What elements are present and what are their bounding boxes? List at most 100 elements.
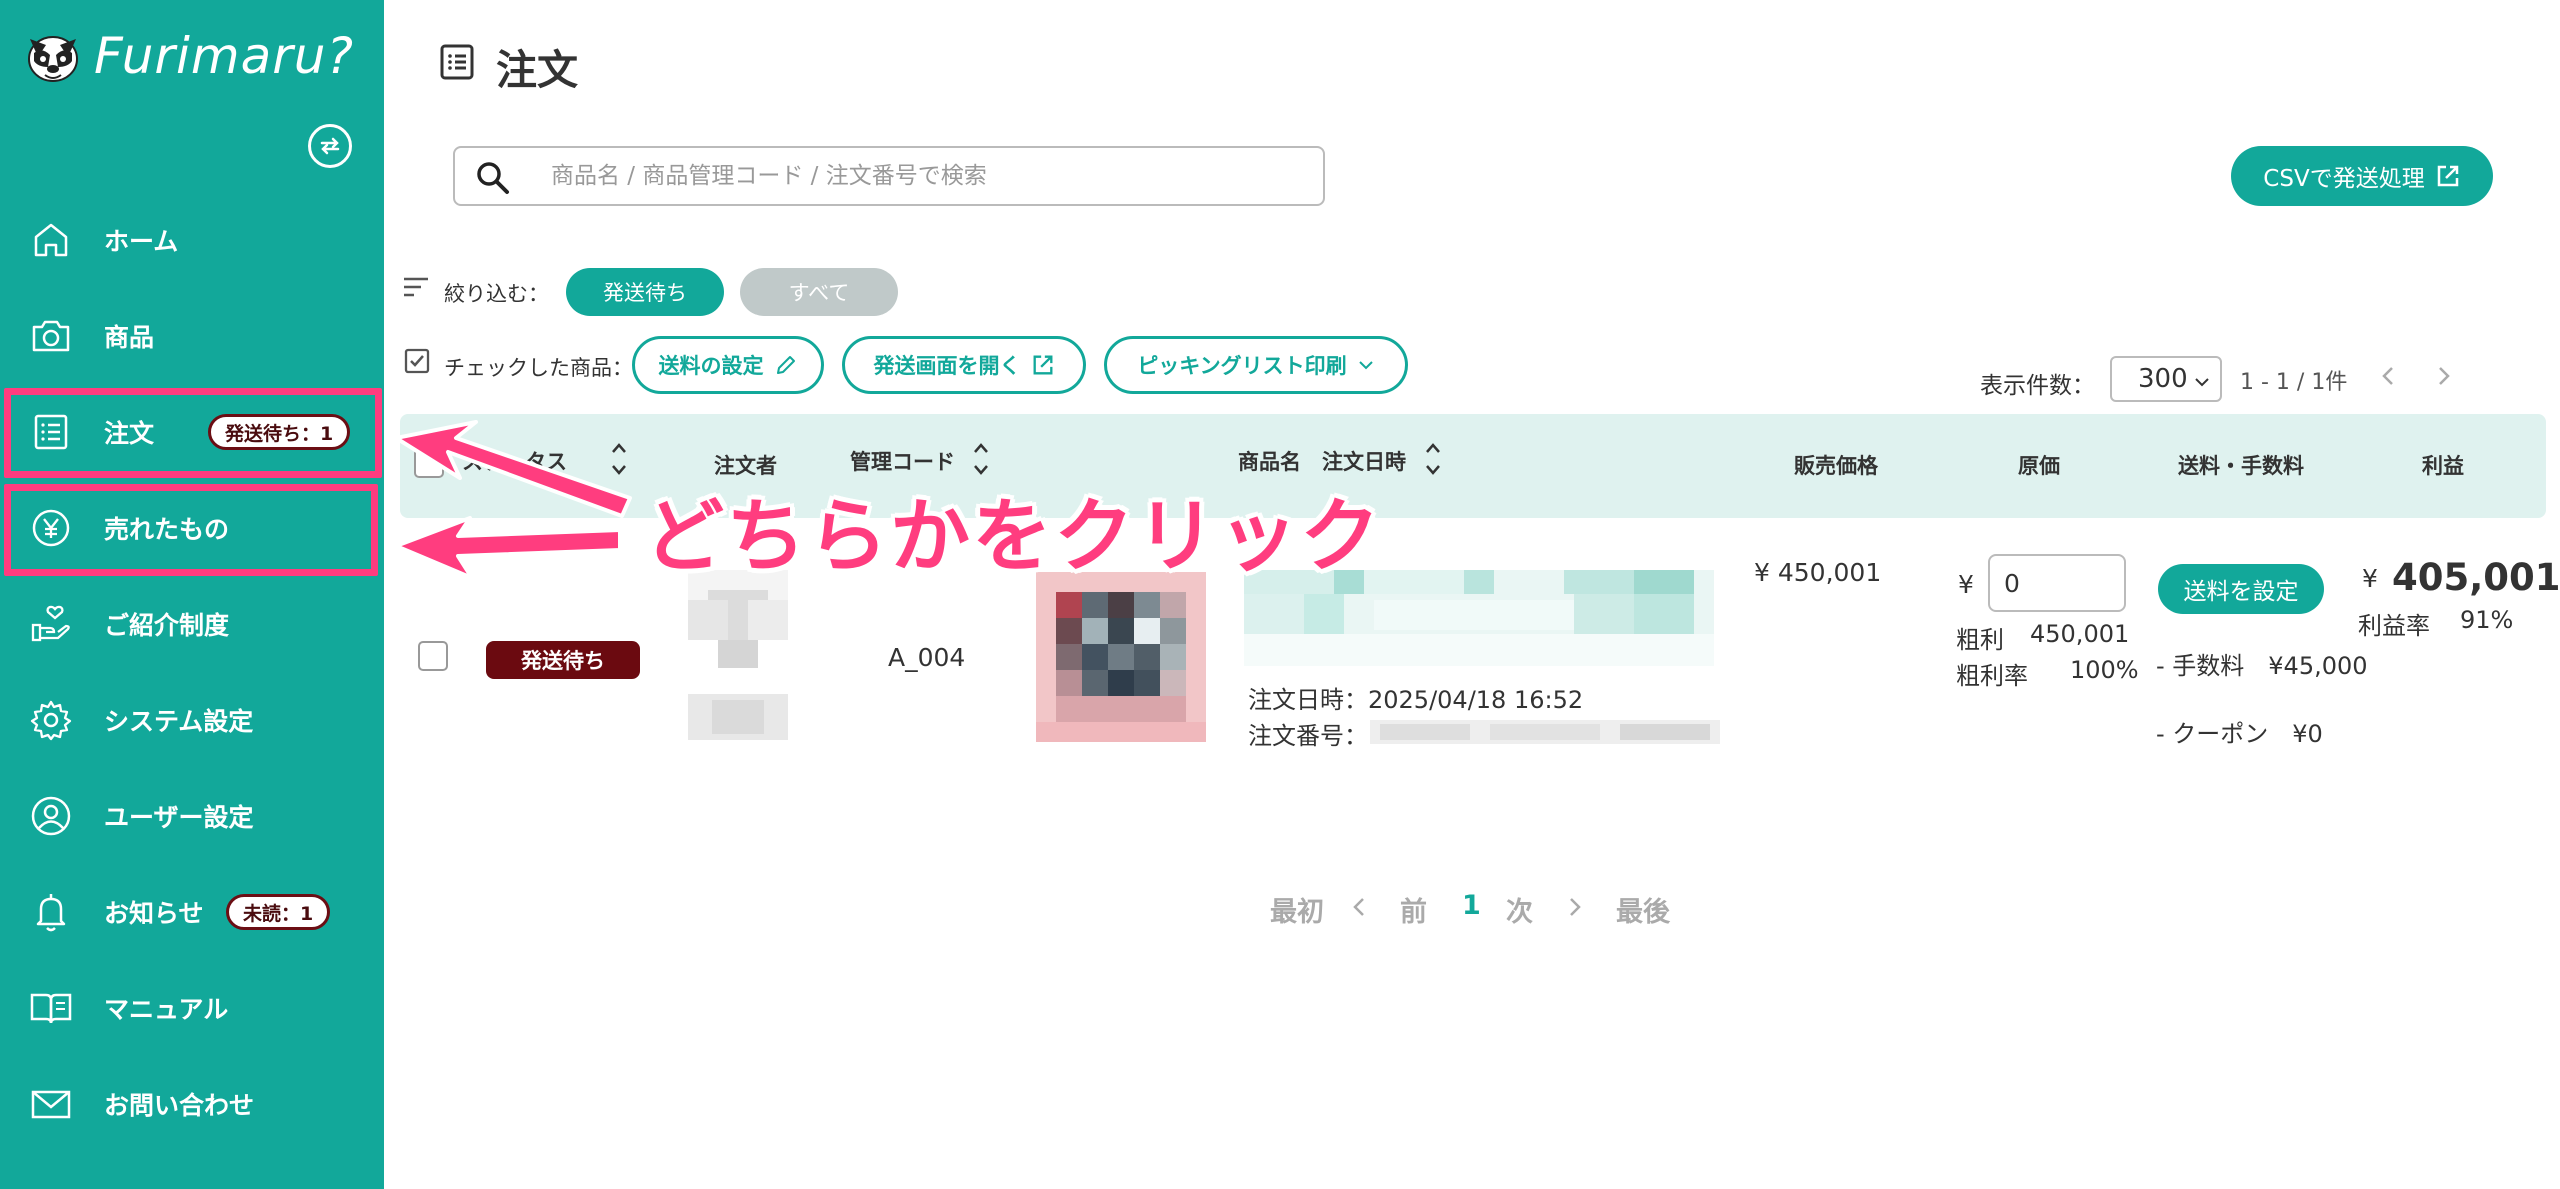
sort-icon[interactable] [1424,440,1442,478]
header-price: 販売価格 [1794,454,1878,478]
sale-price: ¥ 450,001 [1754,558,1882,587]
swap-arrows-icon [320,137,340,155]
highlight-box-sold [4,484,378,576]
sidebar-item-label: 商品 [104,323,155,352]
prev-page-icon[interactable] [2376,362,2402,390]
sidebar-item-contact[interactable]: お問い合わせ [0,1056,384,1152]
camera-icon [32,320,70,352]
sidebar-item-notifications[interactable]: お知らせ 未読：1 [0,864,384,960]
coupon-line: - クーポン ¥0 [2156,720,2323,748]
sidebar-item-system-settings[interactable]: システム設定 [0,672,384,768]
shipping-fee-setting-label: 送料の設定 [658,354,764,378]
search-icon [477,162,509,194]
highlight-box-orders [4,388,382,478]
header-profit: 利益 [2422,454,2464,478]
unread-badge: 未読：1 [226,894,331,930]
home-icon [34,223,68,257]
search-box [453,146,1325,206]
mail-icon [31,1090,71,1119]
filter-icon [404,277,428,297]
header-cost: 原価 [2018,454,2060,478]
set-shipping-fee-button[interactable]: 送料を設定 [2158,564,2324,614]
filter-pending-button[interactable]: 発送待ち [566,268,724,316]
bulk-action-label: チェックした商品： [444,356,633,380]
csv-shipping-button[interactable]: CSVで発送処理 [2231,146,2493,206]
result-range: 1 - 1 / 1件 [2240,370,2348,395]
blurred-orderer-name [688,570,788,740]
sidebar-item-products[interactable]: 商品 [0,288,384,384]
bulldog-logo-icon [28,36,78,82]
filter-label: 絞り込む： [444,282,549,306]
open-shipping-screen-label: 発送画面を開く [873,354,1021,378]
user-icon [31,796,71,836]
profit-currency: ¥ [2362,564,2378,593]
profit-rate-value: 91% [2460,606,2514,634]
switch-account-button[interactable] [308,124,352,168]
sidebar-item-label: ユーザー設定 [104,803,254,832]
sidebar-item-label: システム設定 [104,707,254,736]
gear-icon [30,700,72,741]
annotation-text: どちらかをクリック [644,490,1382,583]
csv-shipping-label: CSVで発送処理 [2263,166,2425,192]
app-name: Furimaru? [94,27,355,85]
book-icon [30,993,72,1024]
order-date: 注文日時：2025/04/18 16:52 [1248,686,1584,714]
fee-line: - 手数料 ¥45,000 [2156,652,2368,680]
prev-page-link[interactable]: 前 [1400,890,1427,929]
row-checkbox[interactable] [418,641,448,671]
app-logo[interactable]: Furimaru? [20,20,354,92]
sidebar-item-label: お知らせ [104,899,204,928]
sidebar: Furimaru? ホーム 商品 注文 発送待ち：1 売れたもの ご紹介制度 シ… [0,0,384,1189]
external-link-icon [2437,165,2458,187]
status-badge: 発送待ち [486,641,640,679]
sidebar-item-label: ご紹介制度 [104,611,230,640]
picking-list-print-button[interactable]: ピッキングリスト印刷 [1104,336,1408,394]
chevron-left-icon[interactable] [1350,894,1368,920]
next-page-link[interactable]: 次 [1506,890,1533,929]
product-thumbnail[interactable] [1036,572,1206,742]
sidebar-item-referral[interactable]: ご紹介制度 [0,576,384,672]
shipping-fee-setting-button[interactable]: 送料の設定 [632,336,824,394]
order-number-label: 注文番号： [1248,722,1368,750]
sidebar-item-user-settings[interactable]: ユーザー設定 [0,768,384,864]
sidebar-item-label: マニュアル [104,995,229,1024]
annotation-arrows [396,420,632,580]
search-input[interactable] [551,156,1291,196]
sidebar-item-label: ホーム [104,227,179,256]
gross-rate-label: 粗利率 [1956,662,2028,690]
external-link-icon [1033,355,1052,375]
cost-value: 0 [2004,568,2020,598]
list-icon [440,44,474,80]
last-page-link[interactable]: 最後 [1616,890,1670,929]
gross-profit-label: 粗利 [1956,626,2004,654]
profit-value: 405,001 [2392,556,2560,599]
gross-profit-value: 450,001 [2030,620,2130,648]
hand-heart-icon [31,605,70,642]
first-page-link[interactable]: 最初 [1270,890,1324,929]
per-page-value: 300 [2138,364,2188,394]
management-code: A_004 [888,643,966,672]
chevron-down-icon [2195,378,2209,387]
checkbox-checked-icon [404,348,430,374]
profit-rate-label: 利益率 [2358,612,2430,640]
per-page-label: 表示件数： [1980,373,2095,399]
chevron-right-icon[interactable] [1566,894,1584,920]
chevron-down-icon [1358,361,1373,370]
sidebar-item-manual[interactable]: マニュアル [0,960,384,1056]
header-shipping: 送料・手数料 [2178,454,2304,478]
next-page-icon[interactable] [2430,362,2456,390]
blurred-order-number [1370,720,1720,744]
open-shipping-screen-button[interactable]: 発送画面を開く [842,336,1086,394]
gross-rate-value: 100% [2070,656,2139,684]
per-page-select[interactable]: 300 [2110,356,2222,402]
sidebar-item-label: お問い合わせ [104,1091,255,1120]
cost-input[interactable]: 0 [1988,554,2126,612]
pencil-icon [776,356,795,374]
page-title: 注文 [496,46,578,94]
current-page: 1 [1462,890,1481,921]
cost-currency: ¥ [1958,570,1974,599]
sidebar-item-home[interactable]: ホーム [0,192,384,288]
picking-list-print-label: ピッキングリスト印刷 [1137,354,1347,378]
filter-all-button[interactable]: すべて [740,268,898,316]
bell-icon [36,894,66,932]
